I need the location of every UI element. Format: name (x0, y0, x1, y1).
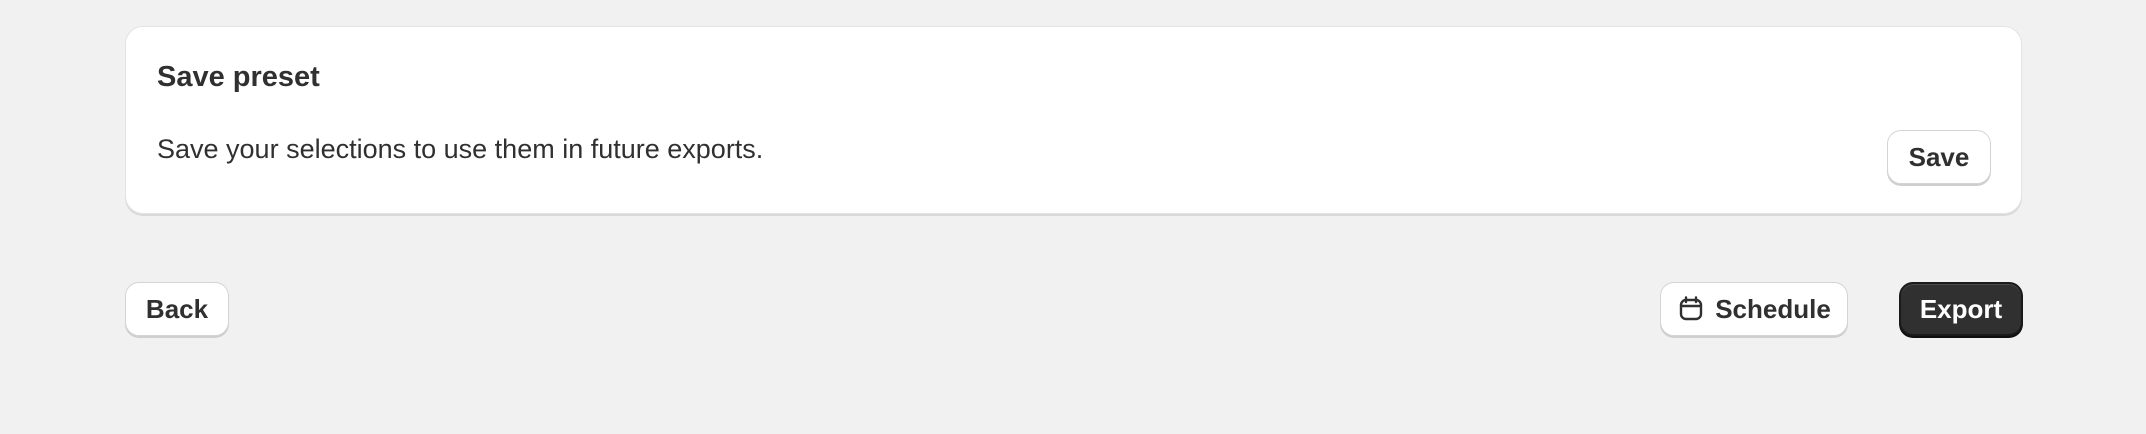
export-button[interactable]: Export (1899, 282, 2023, 336)
save-preset-card: Save preset Save your selections to use … (125, 26, 2022, 214)
card-description: Save your selections to use them in futu… (157, 134, 764, 164)
schedule-label: Schedule (1715, 294, 1831, 324)
calendar-icon (1677, 295, 1705, 323)
schedule-button[interactable]: Schedule (1660, 282, 1848, 336)
save-preset-button[interactable]: Save (1887, 130, 1991, 184)
card-title: Save preset (157, 61, 320, 93)
export-page: Save preset Save your selections to use … (0, 0, 2146, 434)
back-button[interactable]: Back (125, 282, 229, 336)
